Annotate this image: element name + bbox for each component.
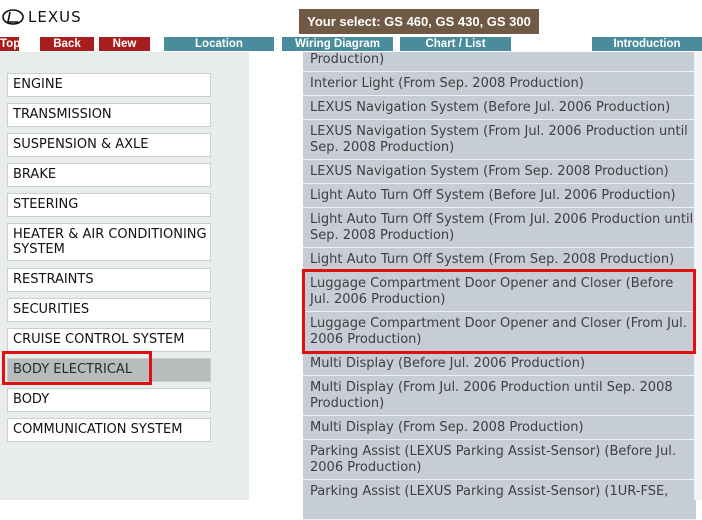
list-item[interactable]: LEXUS Navigation System (From Jul. 2006 …	[303, 120, 696, 160]
list-item[interactable]: Multi Display (Before Jul. 2006 Producti…	[303, 352, 696, 376]
item-highlight-box	[302, 269, 696, 354]
logo-wordmark: LEXUS	[28, 8, 82, 26]
new-button[interactable]: New	[99, 37, 150, 51]
category-securities[interactable]: SECURITIES	[7, 298, 211, 322]
location-button[interactable]: Location	[164, 37, 274, 51]
category-cruise-control-system[interactable]: CRUISE CONTROL SYSTEM	[7, 328, 211, 352]
list-item[interactable]: Parking Assist (LEXUS Parking Assist-Sen…	[303, 480, 696, 520]
category-brake[interactable]: BRAKE	[7, 163, 211, 187]
list-item[interactable]: Production)	[303, 52, 696, 72]
category-panel: ENGINE TRANSMISSION SUSPENSION & AXLE BRAKE…	[0, 52, 249, 500]
list-item[interactable]: Multi Display (From Jul. 2006 Production…	[303, 376, 696, 416]
list-item[interactable]: LEXUS Navigation System (From Sep. 2008 …	[303, 160, 696, 184]
back-button[interactable]: Back	[40, 37, 94, 51]
category-suspension-axle[interactable]: SUSPENSION & AXLE	[7, 133, 211, 157]
category-communication-system[interactable]: COMMUNICATION SYSTEM	[7, 418, 211, 442]
list-item[interactable]: Light Auto Turn Off System (Before Jul. …	[303, 184, 696, 208]
lexus-emblem-icon	[2, 9, 24, 25]
category-body[interactable]: BODY	[7, 388, 211, 412]
header-bar: LEXUS Your select: GS 460, GS 430, GS 30…	[0, 0, 702, 36]
chart-list-button[interactable]: Chart / List	[400, 37, 511, 51]
list-item[interactable]: Interior Light (From Sep. 2008 Productio…	[303, 72, 696, 96]
wiring-diagram-button[interactable]: Wiring Diagram	[282, 37, 393, 51]
category-heater-air-conditioning-system[interactable]: HEATER & AIR CONDITIONING SYSTEM	[7, 223, 211, 261]
category-transmission[interactable]: TRANSMISSION	[7, 103, 211, 127]
category-steering[interactable]: STEERING	[7, 193, 211, 217]
category-engine[interactable]: ENGINE	[7, 73, 211, 97]
list-item[interactable]: Light Auto Turn Off System (From Jul. 20…	[303, 208, 696, 248]
list-item[interactable]: Parking Assist (LEXUS Parking Assist-Sen…	[303, 440, 696, 480]
list-item[interactable]: LEXUS Navigation System (Before Jul. 200…	[303, 96, 696, 120]
list-item[interactable]: Multi Display (From Sep. 2008 Production…	[303, 416, 696, 440]
nav-bar: Top Back New Location Wiring Diagram Cha…	[0, 37, 702, 51]
category-restraints[interactable]: RESTRAINTS	[7, 268, 211, 292]
category-highlight-box	[2, 351, 152, 385]
top-button[interactable]: Top	[0, 37, 20, 51]
vehicle-select-banner: Your select: GS 460, GS 430, GS 300	[299, 9, 539, 34]
lexus-logo: LEXUS	[2, 6, 82, 28]
introduction-button[interactable]: Introduction	[592, 37, 702, 51]
